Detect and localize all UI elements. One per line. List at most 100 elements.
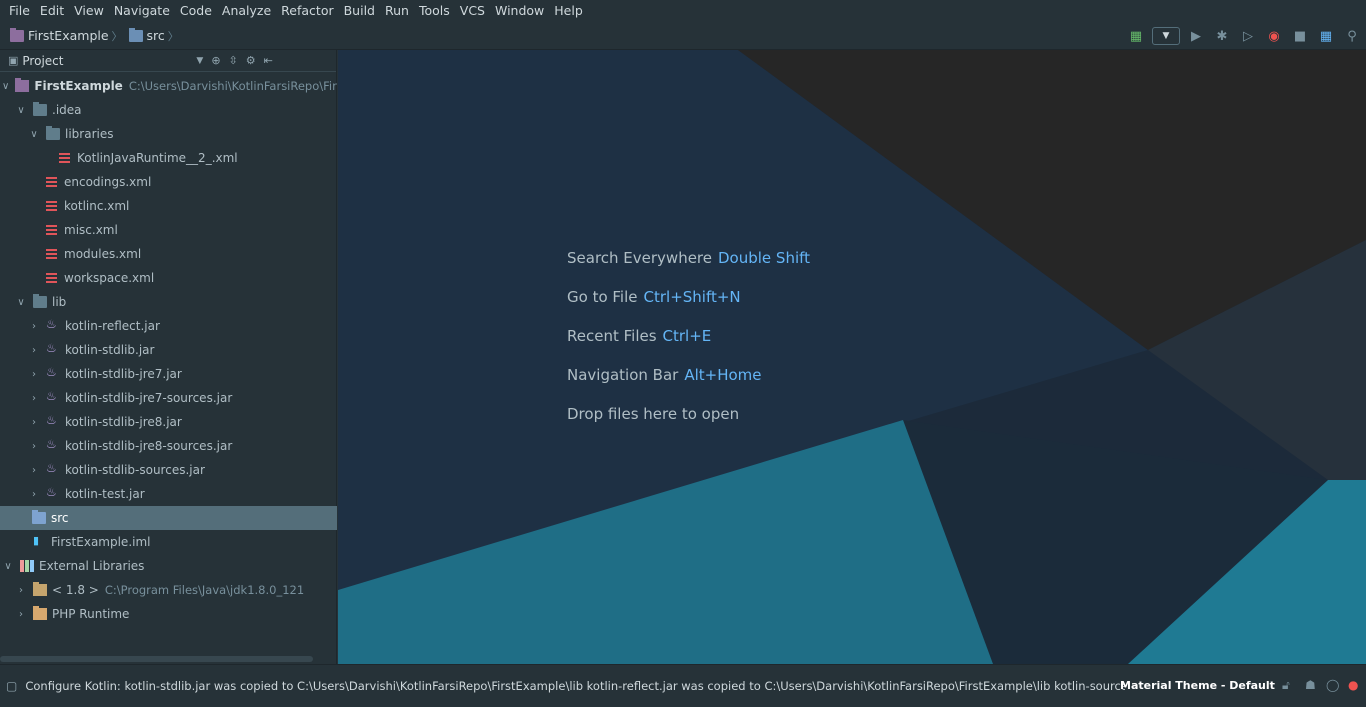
- tree-item-kotlin-reflect[interactable]: › kotlin-reflect.jar: [0, 314, 337, 338]
- theme-indicator[interactable]: Material Theme - Default: [1120, 679, 1275, 692]
- project-structure-icon[interactable]: ▦: [1316, 26, 1336, 46]
- tree-item-libraries[interactable]: ∨ libraries: [0, 122, 337, 146]
- hint-label: Go to File: [567, 288, 638, 306]
- breadcrumb-project[interactable]: FirstExample 〉: [0, 22, 123, 50]
- error-icon[interactable]: ●: [1348, 678, 1358, 692]
- gear-icon[interactable]: ⚙: [246, 54, 256, 67]
- coverage-icon[interactable]: ▷: [1238, 26, 1258, 46]
- tree-item-label: < 1.8 >: [52, 583, 99, 597]
- tree-item-idea[interactable]: ∨ .idea: [0, 98, 337, 122]
- tree-item-label: kotlin-test.jar: [65, 487, 145, 501]
- hint-search-everywhere: Search Everywhere Double Shift: [567, 249, 810, 267]
- tree-item-label: kotlin-stdlib-jre7-sources.jar: [65, 391, 233, 405]
- tree-item-kotlin-stdlib[interactable]: › kotlin-stdlib.jar: [0, 338, 337, 362]
- menu-window[interactable]: Window: [490, 0, 549, 22]
- inspector-icon[interactable]: ☗: [1305, 678, 1316, 692]
- jar-icon: [46, 317, 60, 332]
- tree-item-kotlin-stdlib-jre7-sources[interactable]: › kotlin-stdlib-jre7-sources.jar: [0, 386, 337, 410]
- breadcrumb-project-label: FirstExample: [28, 28, 109, 43]
- breadcrumb-folder[interactable]: src 〉: [123, 22, 179, 50]
- debug-icon[interactable]: ✱: [1212, 26, 1232, 46]
- chevron-right-icon[interactable]: ›: [15, 609, 27, 620]
- material-background: [338, 50, 1366, 664]
- chevron-right-icon[interactable]: ›: [28, 369, 40, 380]
- chevron-right-icon[interactable]: ›: [15, 585, 27, 596]
- navigation-bar: FirstExample 〉 src 〉 ▦ ▼ ▶ ✱ ▷ ◉ ■ ▦ ⚲: [0, 22, 1366, 50]
- stop-icon[interactable]: ■: [1290, 26, 1310, 46]
- tree-item-lib[interactable]: ∨ lib: [0, 290, 337, 314]
- tree-item-label: kotlin-stdlib-sources.jar: [65, 463, 205, 477]
- hint-label: Recent Files: [567, 327, 657, 345]
- chevron-right-icon[interactable]: ›: [28, 345, 40, 356]
- tree-item-php-runtime[interactable]: › PHP Runtime: [0, 602, 337, 626]
- chevron-right-icon[interactable]: ›: [28, 393, 40, 404]
- project-icon: [10, 27, 24, 42]
- tree-item-kotlinjavaruntime[interactable]: KotlinJavaRuntime__2_.xml: [0, 146, 337, 170]
- chevron-down-icon[interactable]: ∨: [15, 297, 27, 308]
- event-log-icon[interactable]: ◯: [1326, 678, 1339, 692]
- tree-item-misc[interactable]: misc.xml: [0, 218, 337, 242]
- chevron-down-icon[interactable]: ∨: [28, 129, 40, 140]
- xml-file-icon: [45, 272, 59, 284]
- folder-icon: [33, 102, 47, 116]
- collapse-all-icon[interactable]: ⇳: [229, 54, 238, 67]
- menu-code[interactable]: Code: [175, 0, 217, 22]
- tree-item-firstexample-iml[interactable]: FirstExample.iml: [0, 530, 337, 554]
- search-icon[interactable]: ⚲: [1342, 26, 1362, 46]
- jar-icon: [46, 365, 60, 380]
- chevron-down-icon[interactable]: ∨: [2, 81, 9, 92]
- menu-file[interactable]: File: [4, 0, 35, 22]
- tree-item-kotlinc[interactable]: kotlinc.xml: [0, 194, 337, 218]
- hide-panel-icon[interactable]: ⇤: [264, 54, 273, 67]
- menu-help[interactable]: Help: [549, 0, 588, 22]
- editor-empty-area: Search Everywhere Double Shift Go to File…: [338, 50, 1366, 664]
- chevron-down-icon[interactable]: ∨: [15, 105, 27, 116]
- chevron-right-icon: 〉: [111, 29, 123, 43]
- xml-file-icon: [45, 176, 59, 188]
- tree-item-encodings[interactable]: encodings.xml: [0, 170, 337, 194]
- run-config-dropdown[interactable]: ▼: [1152, 27, 1180, 45]
- chevron-right-icon[interactable]: ›: [28, 465, 40, 476]
- locate-icon[interactable]: ⊕: [211, 54, 220, 67]
- chevron-right-icon[interactable]: ›: [28, 321, 40, 332]
- libraries-icon: [20, 560, 34, 572]
- tree-item-jdk[interactable]: › < 1.8 > C:\Program Files\Java\jdk1.8.0…: [0, 578, 337, 602]
- chevron-right-icon[interactable]: ›: [28, 489, 40, 500]
- folder-icon: [128, 27, 143, 42]
- menu-view[interactable]: View: [69, 0, 109, 22]
- panel-title[interactable]: Project: [22, 54, 202, 68]
- tree-item-workspace[interactable]: workspace.xml: [0, 266, 337, 290]
- tree-item-label: lib: [52, 295, 67, 309]
- build-icon[interactable]: ▦: [1126, 26, 1146, 46]
- menu-edit[interactable]: Edit: [35, 0, 69, 22]
- chevron-right-icon[interactable]: ›: [28, 417, 40, 428]
- chevron-down-icon[interactable]: ∨: [2, 561, 14, 572]
- tree-item-kotlin-test[interactable]: › kotlin-test.jar: [0, 482, 337, 506]
- module-icon: [15, 78, 30, 92]
- lock-icon[interactable]: 🔓︎: [1282, 678, 1290, 693]
- menu-tools[interactable]: Tools: [414, 0, 455, 22]
- chevron-right-icon[interactable]: ›: [28, 441, 40, 452]
- run-icon[interactable]: ▶: [1186, 26, 1206, 46]
- tree-item-modules[interactable]: modules.xml: [0, 242, 337, 266]
- tree-item-kotlin-stdlib-jre8-sources[interactable]: › kotlin-stdlib-jre8-sources.jar: [0, 434, 337, 458]
- folder-icon: [46, 126, 60, 140]
- tree-item-firstexample[interactable]: ∨ FirstExample C:\Users\Darvishi\KotlinF…: [0, 74, 337, 98]
- status-message[interactable]: Configure Kotlin: kotlin-stdlib.jar was …: [25, 679, 1125, 693]
- chevron-down-icon[interactable]: ▼: [196, 56, 203, 66]
- tree-item-src[interactable]: src: [0, 506, 337, 530]
- jar-icon: [46, 389, 60, 404]
- menu-run[interactable]: Run: [380, 0, 414, 22]
- menu-build[interactable]: Build: [339, 0, 380, 22]
- horizontal-scrollbar[interactable]: [0, 656, 313, 662]
- tree-item-kotlin-stdlib-jre7[interactable]: › kotlin-stdlib-jre7.jar: [0, 362, 337, 386]
- menu-analyze[interactable]: Analyze: [217, 0, 276, 22]
- menu-navigate[interactable]: Navigate: [109, 0, 175, 22]
- menu-refactor[interactable]: Refactor: [276, 0, 338, 22]
- menu-vcs[interactable]: VCS: [455, 0, 490, 22]
- tree-item-external-libraries[interactable]: ∨ External Libraries: [0, 554, 337, 578]
- toggle-tool-windows-icon[interactable]: ▢: [6, 679, 17, 693]
- tree-item-kotlin-stdlib-jre8[interactable]: › kotlin-stdlib-jre8.jar: [0, 410, 337, 434]
- profile-icon[interactable]: ◉: [1264, 26, 1284, 46]
- tree-item-kotlin-stdlib-sources[interactable]: › kotlin-stdlib-sources.jar: [0, 458, 337, 482]
